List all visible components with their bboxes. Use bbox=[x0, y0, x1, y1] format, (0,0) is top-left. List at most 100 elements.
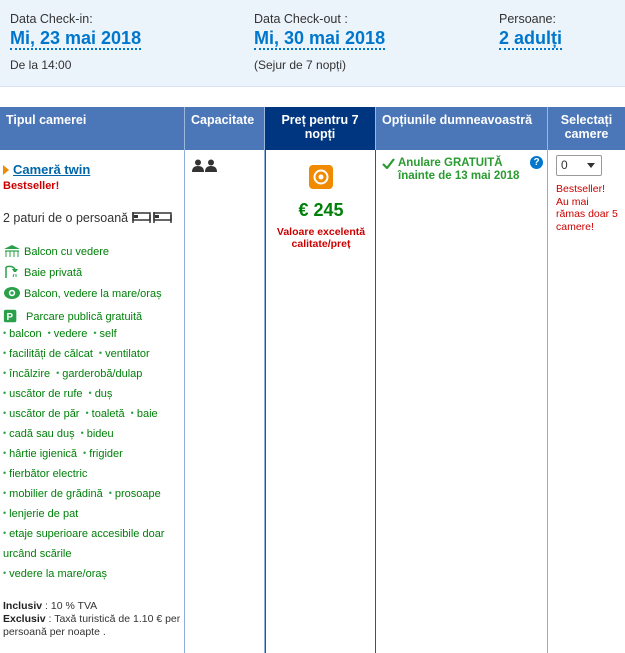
bullet-icon: • bbox=[3, 428, 7, 438]
checkin-block: Data Check-in: Mi, 23 mai 2018 De la 14:… bbox=[10, 12, 142, 72]
room-name-link[interactable]: Cameră twin bbox=[3, 162, 90, 177]
inclusive-label: Inclusiv bbox=[3, 600, 43, 612]
amenity-item: vedere la mare/oraș bbox=[9, 568, 107, 580]
amenity-item: self bbox=[99, 328, 117, 340]
price-cell: € 245 Valoare excelentă calitate/preț bbox=[265, 150, 376, 653]
parking-icon: P bbox=[3, 309, 17, 323]
checkmark-icon bbox=[382, 158, 395, 169]
amenity-line: • fierbător electric bbox=[3, 468, 93, 480]
amenity-item: încălzire bbox=[9, 368, 51, 380]
amenity-item: hârtie igienică bbox=[9, 448, 78, 460]
single-bed-icon bbox=[131, 212, 172, 223]
checkin-label: Data Check-in: bbox=[10, 12, 93, 26]
amenity-line: • cadă sau duș • bideu bbox=[3, 428, 120, 440]
bullet-icon: • bbox=[3, 508, 7, 518]
guests-link[interactable]: 2 adulți bbox=[499, 29, 563, 50]
room-quantity-value: 0 bbox=[561, 158, 568, 172]
amenity-line: • încălzire • garderobă/dulap bbox=[3, 368, 148, 380]
bullet-icon: • bbox=[85, 408, 89, 418]
facility-sea-view: Balcon, vedere la mare/oraș bbox=[3, 286, 162, 300]
amenity-line: • vedere la mare/oraș bbox=[3, 568, 113, 580]
bullet-icon: • bbox=[88, 388, 92, 398]
facility-balcony-view: Balcon cu vedere bbox=[3, 244, 109, 258]
amenity-item: vedere bbox=[53, 328, 88, 340]
svg-text:P: P bbox=[7, 312, 14, 323]
amenity-item: frigider bbox=[89, 448, 123, 460]
inclusive-note: Inclusiv : 10 % TVA bbox=[3, 600, 97, 613]
header-price: Preț pentru 7 nopți bbox=[265, 107, 376, 150]
bullet-icon: • bbox=[3, 448, 7, 458]
price-value: € 245 bbox=[298, 200, 344, 220]
exclusive-label: Exclusiv bbox=[3, 613, 46, 625]
facility-label: Parcare publică gratuită bbox=[26, 311, 143, 323]
facility-private-bath: Baie privată bbox=[3, 265, 82, 279]
free-cancellation: Anulare GRATUITĂ înainte de 13 mai 2018 bbox=[382, 157, 532, 183]
checkout-date-link[interactable]: Mi, 30 mai 2018 bbox=[254, 29, 386, 50]
bed-info: 2 paturi de o persoană bbox=[3, 210, 172, 225]
amenity-item: garderobă/dulap bbox=[62, 368, 143, 380]
inclusive-text: : 10 % TVA bbox=[45, 600, 98, 612]
exclusive-note: Exclusiv : Taxă turistică de 1.10 € per … bbox=[3, 613, 181, 639]
facility-label: Balcon, vedere la mare/oraș bbox=[24, 288, 162, 300]
bullet-icon: • bbox=[3, 528, 7, 538]
amenity-item: fierbător electric bbox=[9, 468, 88, 480]
select-cell: 0 Bestseller! Au mai rămas doar 5 camere… bbox=[548, 150, 625, 653]
facility-parking: P Parcare publică gratuită bbox=[3, 308, 142, 324]
checkout-label: Data Check-out : bbox=[254, 12, 348, 26]
checkin-time: De la 14:00 bbox=[10, 58, 72, 72]
facility-label: Baie privată bbox=[24, 267, 83, 279]
bullet-icon: • bbox=[108, 488, 112, 498]
room-table: Tipul camerei Capacitate Preț pentru 7 n… bbox=[0, 107, 625, 653]
facility-label: Balcon cu vedere bbox=[24, 246, 109, 258]
room-name-text: Cameră twin bbox=[13, 162, 91, 177]
amenity-line: • hârtie igienică • frigider bbox=[3, 448, 129, 460]
eye-icon bbox=[4, 287, 20, 299]
bullet-icon: • bbox=[3, 348, 7, 358]
stay-length: (Sejur de 7 nopți) bbox=[254, 58, 347, 72]
amenity-line: urcând scările bbox=[3, 548, 77, 560]
bullet-icon: • bbox=[80, 428, 84, 438]
bullet-icon: • bbox=[3, 328, 7, 338]
free-cancellation-text: Anulare GRATUITĂ înainte de 13 mai 2018 bbox=[398, 157, 520, 182]
guests-label: Persoane: bbox=[499, 12, 556, 26]
chevron-down-icon bbox=[587, 163, 595, 168]
header-capacity: Capacitate bbox=[185, 107, 265, 150]
amenity-line: • uscător de rufe • duș bbox=[3, 388, 118, 400]
bullet-icon: • bbox=[56, 368, 60, 378]
help-icon[interactable]: ? bbox=[530, 156, 543, 169]
deal-icon bbox=[309, 165, 333, 189]
bed-info-text: 2 paturi de o persoană bbox=[3, 211, 129, 225]
bullet-icon: • bbox=[3, 488, 7, 498]
bullet-icon: • bbox=[3, 368, 7, 378]
amenity-item: lenjerie de pat bbox=[9, 508, 79, 520]
amenity-line: • lenjerie de pat bbox=[3, 508, 84, 520]
amenity-line: • mobilier de grădină • prosoape bbox=[3, 488, 167, 500]
capacity-cell bbox=[185, 150, 265, 653]
amenity-item: prosoape bbox=[114, 488, 161, 500]
amenity-item: ventilator bbox=[105, 348, 150, 360]
amenity-item: cadă sau duș bbox=[9, 428, 75, 440]
two-persons-icon bbox=[192, 159, 217, 172]
amenity-item: balcon bbox=[9, 328, 42, 340]
checkout-block: Data Check-out : Mi, 30 mai 2018 (Sejur … bbox=[254, 12, 386, 72]
amenity-item: bideu bbox=[86, 428, 114, 440]
bullet-icon: • bbox=[3, 468, 7, 478]
room-type-cell: Cameră twin Bestseller! 2 paturi de o pe… bbox=[0, 150, 185, 653]
amenity-item: duș bbox=[94, 388, 113, 400]
options-cell: Anulare GRATUITĂ înainte de 13 mai 2018 … bbox=[376, 150, 548, 653]
amenity-item: uscător de păr bbox=[9, 408, 80, 420]
bullet-icon: • bbox=[98, 348, 103, 358]
bullet-icon: • bbox=[93, 328, 97, 338]
bullet-icon: • bbox=[3, 568, 7, 578]
amenity-item: urcând scările bbox=[3, 548, 72, 560]
checkin-date-link[interactable]: Mi, 23 mai 2018 bbox=[10, 29, 142, 50]
arrow-right-icon bbox=[3, 165, 9, 175]
amenity-item: mobilier de grădină bbox=[9, 488, 103, 500]
room-quantity-select[interactable]: 0 bbox=[556, 155, 602, 176]
header-options: Opțiunile dumneavoastră bbox=[376, 107, 548, 150]
amenity-item: facilități de călcat bbox=[9, 348, 93, 360]
bullet-icon: • bbox=[83, 448, 87, 458]
amenity-line: • facilități de călcat • ventilator bbox=[3, 348, 156, 360]
value-for-money-badge: Valoare excelentă calitate/preț bbox=[276, 226, 366, 250]
header-select-rooms: Selectați camere bbox=[548, 107, 625, 150]
